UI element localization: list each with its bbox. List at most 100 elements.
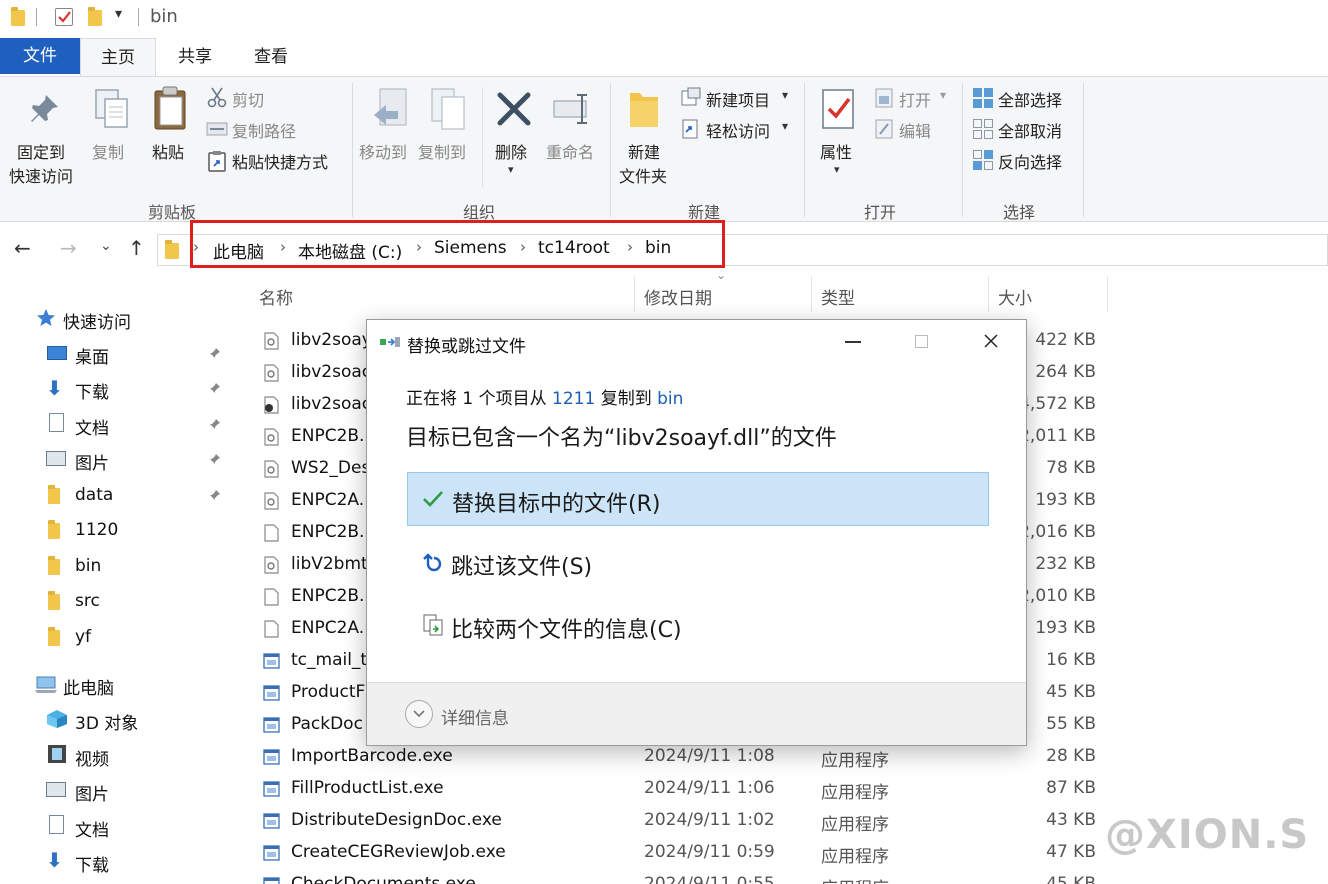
recent-locations-chevron-icon[interactable]: ⌄ [100,238,112,254]
invert-selection-button[interactable]: 反向选择 [998,149,1062,173]
dll-file-icon [263,332,280,350]
file-name[interactable]: ProductF [291,682,365,702]
more-details-button[interactable]: 详细信息 [441,704,509,729]
file-name[interactable]: FillProductList.exe [291,778,444,798]
nav-folder-yf[interactable]: yf [75,627,91,647]
nav-pictures[interactable]: 图片 [75,449,109,474]
replace-file-option[interactable]: 替换目标中的文件(R) [407,472,989,526]
folder-icon [48,485,60,504]
minimize-icon[interactable] [845,341,861,343]
nav-quick-access[interactable]: 快速访问 [63,308,131,333]
move-to-button[interactable]: 移动到 [359,139,407,163]
easy-access-button[interactable]: 轻松访问 [706,118,770,142]
tab-view[interactable]: 查看 [236,38,306,76]
nav-folder-bin[interactable]: bin [75,556,101,576]
pin-to-quick-access-button[interactable]: 固定到 [17,139,65,163]
select-none-button[interactable]: 全部取消 [998,118,1062,142]
cut-button[interactable]: 剪切 [232,87,264,111]
source-link[interactable]: 1211 [552,389,595,409]
nav-folder-1120[interactable]: 1120 [75,520,118,540]
nav-desktop[interactable]: 桌面 [75,343,109,368]
copy-to-button[interactable]: 复制到 [418,139,466,163]
open-dropdown-icon[interactable]: ▾ [940,88,946,102]
file-name[interactable]: libV2bmt [291,554,368,574]
column-header-name[interactable]: 名称 [259,284,293,309]
file-name[interactable]: ENPC2B. [291,522,364,542]
file-date: 2024/9/11 1:06 [644,778,775,798]
file-name[interactable]: libv2soac [291,362,371,382]
file-name[interactable]: tc_mail_t [291,650,367,670]
file-name[interactable]: DistributeDesignDoc.exe [291,810,502,830]
column-divider[interactable] [811,276,812,312]
status-prefix: 正在将 1 个项目从 [406,389,547,409]
tab-share[interactable]: 共享 [160,38,230,76]
nav-this-pc[interactable]: 此电脑 [63,674,114,699]
nav-pc-downloads[interactable]: 下载 [75,851,109,876]
quick-access-dropdown-icon[interactable]: ▾ [115,6,122,22]
file-name[interactable]: libv2soay [291,330,372,350]
file-name[interactable]: ENPC2B. [291,586,364,606]
compare-icon [423,614,443,636]
application-icon [263,684,280,702]
delete-button[interactable]: 删除 [495,139,527,163]
select-all-button[interactable]: 全部选择 [998,87,1062,111]
file-name[interactable]: WS2_Des [291,458,370,478]
nav-folder-src[interactable]: src [75,591,100,611]
file-name[interactable]: ENPC2B. [291,426,364,446]
folder-icon [48,591,60,610]
easy-access-dropdown-icon[interactable]: ▾ [782,119,788,133]
tab-home[interactable]: 主页 [80,38,156,76]
compare-files-option[interactable]: 比较两个文件的信息(C) [407,599,989,653]
file-icon [263,588,280,606]
nav-videos[interactable]: 视频 [75,745,109,770]
back-arrow-icon[interactable]: ← [14,236,31,260]
desktop-icon [47,346,67,360]
column-divider[interactable] [634,276,635,312]
skip-file-option[interactable]: 跳过该文件(S) [407,536,989,590]
group-separator [962,83,963,217]
column-divider[interactable] [988,276,989,312]
column-divider[interactable] [1107,276,1108,312]
column-header-size[interactable]: 大小 [998,284,1032,309]
maximize-icon[interactable] [915,335,928,348]
file-name[interactable]: CheckDocuments.exe [291,874,476,884]
properties-dropdown-icon[interactable]: ▾ [834,163,840,176]
new-folder-button[interactable]: 新建 [628,139,660,163]
file-name[interactable]: ImportBarcode.exe [291,746,453,766]
file-name[interactable]: PackDoc [291,714,363,734]
nav-pc-documents[interactable]: 文档 [75,816,109,841]
expand-details-chevron-icon[interactable] [405,700,433,728]
column-header-date[interactable]: 修改日期 [644,284,712,309]
destination-link[interactable]: bin [657,389,683,409]
nav-folder-data[interactable]: data [75,485,113,505]
nav-downloads[interactable]: 下载 [75,378,109,403]
column-header-type[interactable]: 类型 [821,284,855,309]
nav-documents[interactable]: 文档 [75,414,109,439]
nav-pc-pictures[interactable]: 图片 [75,780,109,805]
tab-file[interactable]: 文件 [0,38,80,74]
file-name[interactable]: ENPC2A. [291,618,364,638]
new-item-dropdown-icon[interactable]: ▾ [782,88,788,102]
new-folder-icon[interactable] [88,7,102,26]
paste-shortcut-button[interactable]: 粘贴快捷方式 [232,149,328,173]
copy-path-button[interactable]: 复制路径 [232,118,296,142]
file-name[interactable]: libv2soac [291,394,371,414]
copy-button[interactable]: 复制 [92,139,124,163]
forward-arrow-icon[interactable]: → [60,236,77,260]
properties-button[interactable]: 属性 [820,139,852,163]
delete-dropdown-icon[interactable]: ▾ [508,163,514,176]
rename-button[interactable]: 重命名 [546,139,594,163]
nav-3d-objects[interactable]: 3D 对象 [75,709,138,734]
up-arrow-icon[interactable]: ↑ [128,236,145,260]
close-icon[interactable] [983,333,999,349]
paste-button[interactable]: 粘贴 [152,139,184,163]
new-item-button[interactable]: 新建项目 [706,87,770,111]
new-folder-icon [630,93,658,127]
edit-button[interactable]: 编辑 [899,118,931,142]
title-bar: ▾ bin [0,0,1328,36]
pin-icon [31,95,58,122]
file-name[interactable]: CreateCEGReviewJob.exe [291,842,506,862]
open-button[interactable]: 打开 [899,87,931,111]
properties-checkbox-icon[interactable] [55,8,73,26]
file-name[interactable]: ENPC2A. [291,490,364,510]
